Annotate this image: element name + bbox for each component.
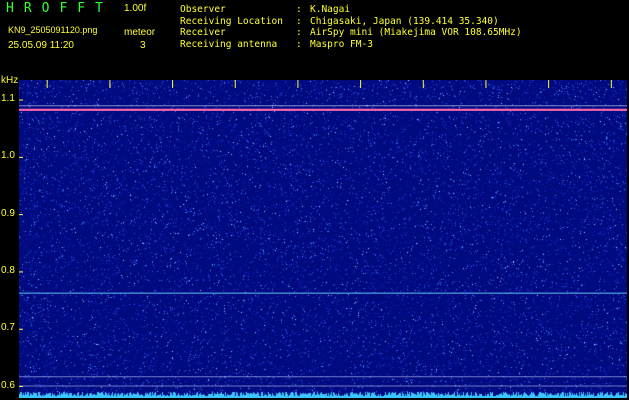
meteor-label: meteor — [124, 27, 156, 38]
y-label-0.6: 0.6 — [1, 379, 15, 391]
spectrogram-overlay — [19, 80, 627, 388]
info-row-receiver: Receiver: AirSpy mini (Miakejima VOR 108.… — [180, 27, 522, 38]
y-label-1.0: 1.0 — [1, 150, 15, 162]
spectrogram-plot — [19, 80, 627, 398]
info-row-observer: Observer: K.Nagai — [180, 4, 351, 15]
y-label-0.8: 0.8 — [1, 264, 15, 276]
y-label-0.9: 0.9 — [1, 207, 15, 219]
meteor-count: 3 — [140, 40, 146, 51]
app-title: HROFFT — [6, 1, 113, 16]
station-info: Observer: K.Nagai Receiving Location: Chig… — [180, 4, 522, 50]
filename-label: KN9_2505091120.png — [8, 25, 98, 35]
datetime-label: 25.05.09 11:20 — [8, 40, 74, 51]
y-label-1.1: 1.1 — [1, 93, 15, 105]
version-label: 1.00f — [124, 3, 147, 14]
header-panel: HROFFT 1.00f KN9_2505091120.png meteor 2… — [0, 0, 629, 78]
y-axis-unit: kHz — [1, 75, 19, 86]
info-row-antenna: Receiving antenna: Maspro FM-3 — [180, 38, 373, 50]
y-label-0.7: 0.7 — [1, 322, 15, 334]
info-row-location: Receiving Location: Chigasaki, Japan (139… — [180, 15, 499, 27]
